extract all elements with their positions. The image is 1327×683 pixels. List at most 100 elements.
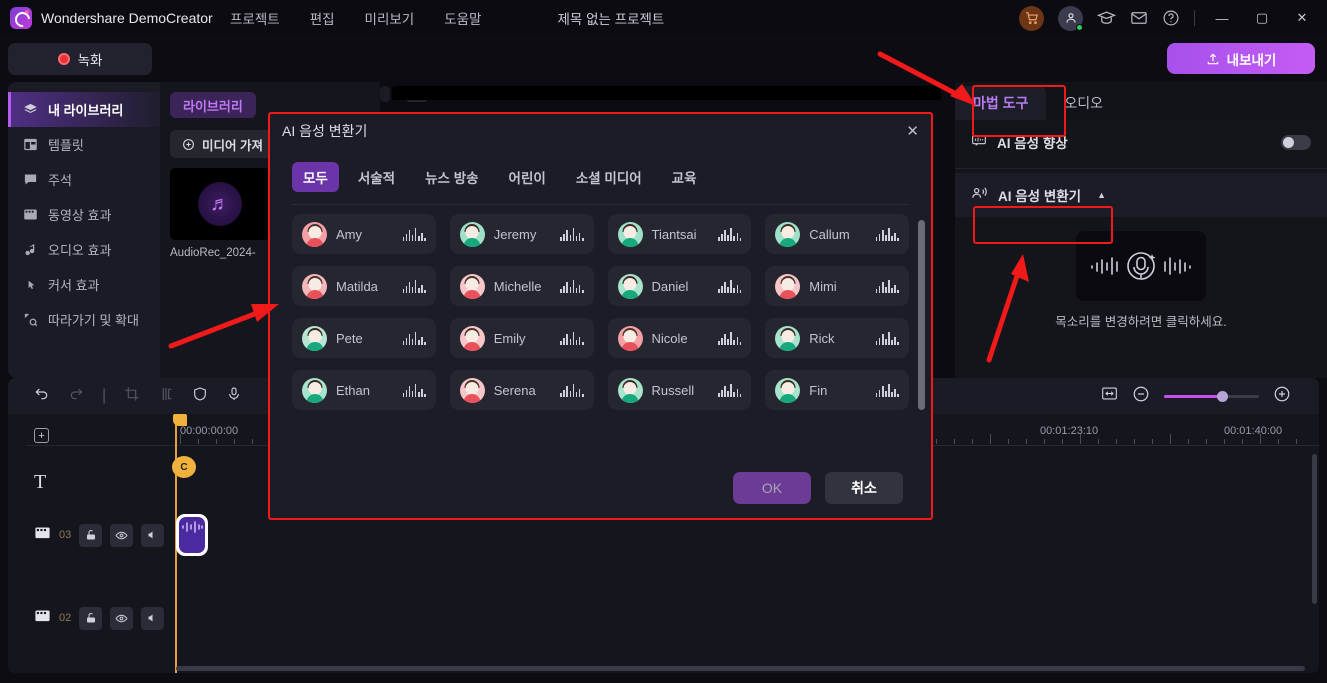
timeline-vertical-scrollbar[interactable] (1312, 454, 1317, 604)
lock-icon[interactable] (79, 523, 103, 547)
close-button[interactable]: ✕ (1289, 7, 1315, 29)
add-track-button[interactable]: + (34, 428, 49, 443)
ai-voice-enhance-row[interactable]: AI 음성 향상 (955, 120, 1327, 164)
voice-card[interactable]: Fin (765, 370, 909, 410)
voice-card[interactable]: Mimi (765, 266, 909, 306)
ai-voice-enhance-toggle[interactable] (1281, 134, 1311, 150)
library-tab[interactable]: 라이브러리 (170, 92, 256, 118)
sidebar-item-cursor-effects[interactable]: 커서 효과 (8, 267, 160, 302)
mute-icon[interactable] (141, 606, 165, 630)
timeline-horizontal-scrollbar[interactable] (176, 666, 1305, 671)
titlebar-actions[interactable]: — ▢ ✕ (1019, 5, 1327, 31)
eye-icon[interactable] (110, 606, 134, 630)
redo-icon[interactable] (68, 386, 84, 407)
export-button[interactable]: 내보내기 (1167, 43, 1315, 74)
timeline-zoom-controls[interactable] (1101, 385, 1319, 408)
voice-card[interactable]: Russell (607, 370, 752, 410)
play-waveform-icon[interactable] (718, 227, 742, 241)
voice-card[interactable]: Rick (765, 318, 909, 358)
voice-card[interactable]: Daniel (607, 266, 752, 306)
tab-audio[interactable]: 오디오 (1046, 86, 1121, 120)
sidebar-item-video-effects[interactable]: 동영상 효과 (8, 197, 160, 232)
mic-icon[interactable] (226, 386, 242, 407)
voice-list-scrollbar[interactable] (918, 220, 925, 410)
mail-icon[interactable] (1130, 9, 1148, 27)
tab-education[interactable]: 교육 (661, 162, 708, 192)
voice-card[interactable]: Matilda (292, 266, 436, 306)
play-waveform-icon[interactable] (560, 227, 584, 241)
maximize-button[interactable]: ▢ (1249, 7, 1275, 29)
voice-card[interactable]: Emily (449, 318, 594, 358)
menu-item-help[interactable]: 도움말 (444, 8, 481, 28)
play-waveform-icon[interactable] (718, 383, 742, 397)
play-waveform-icon[interactable] (718, 279, 742, 293)
voice-card[interactable]: Jeremy (449, 214, 594, 254)
zoom-in-icon[interactable] (1273, 385, 1291, 408)
sidebar-item-annotation[interactable]: 주석 (8, 162, 160, 197)
play-waveform-icon[interactable] (402, 331, 426, 345)
academy-icon[interactable] (1097, 9, 1116, 28)
play-waveform-icon[interactable] (718, 331, 742, 345)
right-panel-tabs[interactable]: 마법 도구 오디오 (955, 82, 1327, 120)
play-waveform-icon[interactable] (560, 279, 584, 293)
eye-icon[interactable] (110, 523, 134, 547)
ai-voice-changer-row[interactable]: AI 음성 변환기 ▲ (955, 173, 1327, 217)
menu-bar[interactable]: 프로젝트 편집 미리보기 도움말 (230, 8, 481, 28)
play-waveform-icon[interactable] (875, 331, 899, 345)
lock-icon[interactable] (79, 606, 103, 630)
library-sidebar[interactable]: 내 라이브러리 템플릿 주석 동영상 효과 오디오 효과 커서 효과 따라가기 … (8, 82, 160, 378)
tab-narrative[interactable]: 서술적 (347, 162, 406, 192)
menu-item-preview[interactable]: 미리보기 (365, 8, 415, 28)
voice-card[interactable]: Serena (449, 370, 594, 410)
timeline-tools[interactable]: | (8, 386, 242, 407)
voice-card[interactable]: Amy (292, 214, 436, 254)
play-waveform-icon[interactable] (875, 279, 899, 293)
voice-card[interactable]: Michelle (449, 266, 594, 306)
voice-card[interactable]: Ethan (292, 370, 436, 410)
sidebar-item-my-library[interactable]: 내 라이브러리 (8, 92, 160, 127)
cart-icon[interactable] (1019, 5, 1044, 31)
play-waveform-icon[interactable] (402, 383, 426, 397)
voice-card[interactable]: Nicole (607, 318, 752, 358)
mute-icon[interactable] (141, 523, 165, 547)
cancel-button[interactable]: 취소 (825, 472, 903, 504)
media-thumbnail[interactable]: ♬ (170, 168, 270, 240)
ok-button[interactable]: OK (733, 472, 811, 504)
voice-changer-thumbnail[interactable] (1076, 231, 1206, 301)
voice-card[interactable]: Pete (292, 318, 436, 358)
play-waveform-icon[interactable] (875, 227, 899, 241)
minimize-button[interactable]: — (1209, 7, 1235, 29)
playhead-handle[interactable] (173, 414, 187, 426)
account-icon[interactable] (1058, 5, 1083, 31)
tab-news[interactable]: 뉴스 방송 (414, 162, 489, 192)
sidebar-item-audio-effects[interactable]: 오디오 효과 (8, 232, 160, 267)
menu-item-project[interactable]: 프로젝트 (230, 8, 280, 28)
split-icon[interactable] (158, 386, 174, 407)
undo-icon[interactable] (34, 386, 50, 407)
play-waveform-icon[interactable] (402, 227, 426, 241)
voice-list[interactable]: Amy Jeremy Tiantsai Callum Matilda Michelle Da… (292, 214, 909, 446)
tab-kids[interactable]: 어린이 (498, 162, 557, 192)
fit-icon[interactable] (1101, 386, 1118, 406)
shield-icon[interactable] (192, 386, 208, 407)
tab-social-media[interactable]: 소셜 미디어 (565, 162, 653, 192)
close-icon[interactable]: ✕ (906, 122, 919, 140)
menu-item-edit[interactable]: 편집 (310, 8, 335, 28)
chevron-up-icon[interactable]: ▲ (1097, 190, 1106, 200)
help-icon[interactable] (1162, 9, 1180, 27)
voice-card[interactable]: Tiantsai (607, 214, 752, 254)
record-button[interactable]: 녹화 (8, 43, 152, 75)
play-waveform-icon[interactable] (560, 383, 584, 397)
dialog-tabs[interactable]: 모두 서술적 뉴스 방송 어린이 소셜 미디어 교육 (270, 148, 931, 192)
zoom-slider[interactable] (1164, 390, 1259, 402)
sidebar-item-pan-zoom[interactable]: 따라가기 및 확대 (8, 302, 160, 337)
sidebar-item-template[interactable]: 템플릿 (8, 127, 160, 162)
crop-icon[interactable] (124, 386, 140, 407)
play-waveform-icon[interactable] (402, 279, 426, 293)
timeline-track-02[interactable]: 02 (8, 596, 1319, 640)
timeline-clip[interactable] (176, 514, 208, 556)
tab-all[interactable]: 모두 (292, 162, 339, 192)
zoom-out-icon[interactable] (1132, 385, 1150, 408)
voice-card[interactable]: Callum (765, 214, 909, 254)
play-waveform-icon[interactable] (875, 383, 899, 397)
